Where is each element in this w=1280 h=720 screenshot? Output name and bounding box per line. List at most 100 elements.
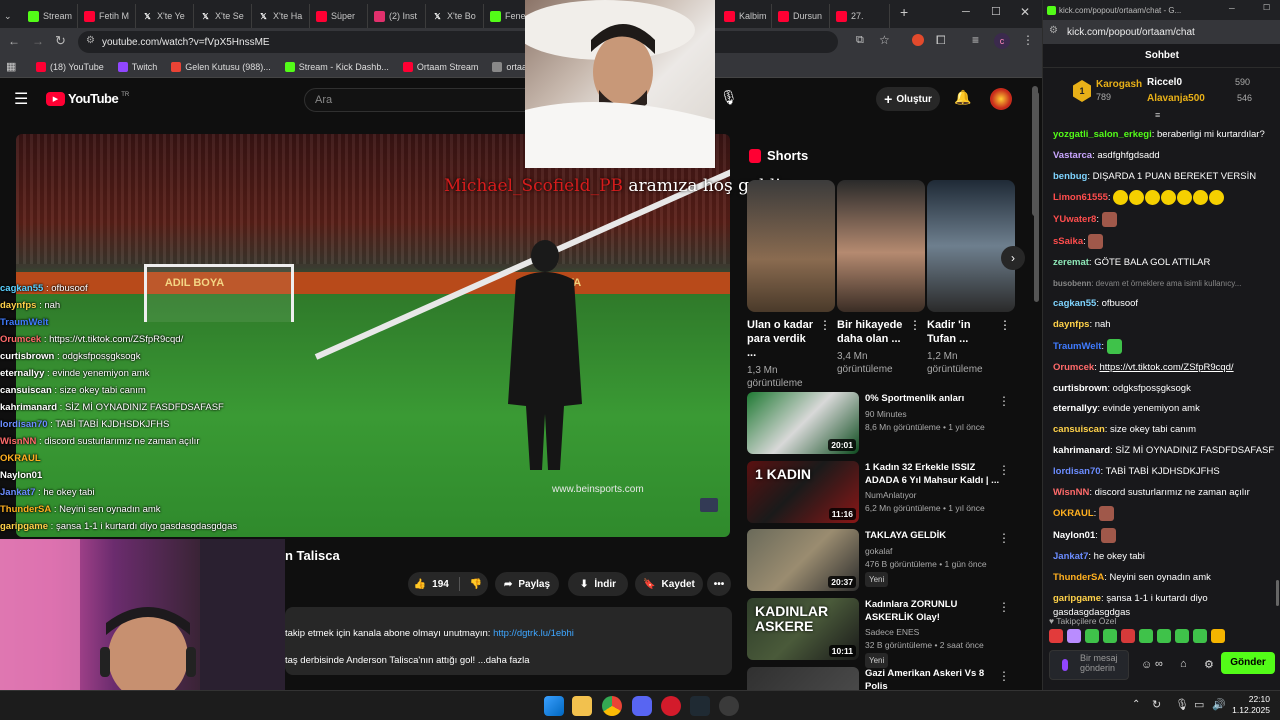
chat-username[interactable]: OKRAUL bbox=[1053, 508, 1094, 519]
browser-tab[interactable]: Fetih M bbox=[78, 4, 136, 28]
link-icon[interactable]: ∞ bbox=[1155, 658, 1163, 670]
short-title[interactable]: Kadir 'in Tufan ... bbox=[927, 318, 995, 346]
short-thumbnail[interactable] bbox=[837, 180, 925, 312]
url-field[interactable]: ⚙ youtube.com/watch?v=fVpX5HnssME bbox=[78, 31, 838, 53]
video-title[interactable]: Kadınlara ZORUNLU ASKERLİK Olay! bbox=[865, 599, 1005, 624]
gift-icon[interactable]: ⌂ bbox=[1180, 658, 1187, 670]
short-thumbnail[interactable] bbox=[927, 180, 1015, 312]
send-button[interactable]: Gönder bbox=[1221, 652, 1275, 674]
video-more-icon[interactable]: ⋮ bbox=[998, 463, 1010, 477]
discord-icon[interactable] bbox=[632, 696, 652, 716]
video-card[interactable]: 20:37 TAKLAYA GELDİK gokalaf 476 B görüntül… bbox=[747, 529, 1022, 593]
apps-grid-icon[interactable]: ▦ bbox=[6, 60, 16, 73]
quick-emote-icon[interactable] bbox=[1175, 629, 1189, 643]
video-channel[interactable]: Sadece ENES bbox=[865, 626, 919, 639]
video-title[interactable]: 0% Sportmenlik anları bbox=[865, 393, 1005, 406]
short-more-icon[interactable]: ⋮ bbox=[819, 318, 831, 332]
notifications-bell-icon[interactable]: 🔔 bbox=[954, 89, 971, 106]
quick-emote-icon[interactable] bbox=[1193, 629, 1207, 643]
chat-username[interactable]: sSaika bbox=[1053, 236, 1083, 247]
chat-username[interactable]: Limon61555 bbox=[1053, 192, 1108, 203]
bookmark-item[interactable]: Gelen Kutusu (988)... bbox=[171, 61, 271, 72]
more-actions-button[interactable]: ••• bbox=[707, 572, 731, 596]
install-icon[interactable]: ⧉ bbox=[856, 34, 864, 47]
browser-tab[interactable]: 𝕏 X'te Se bbox=[194, 4, 252, 28]
site-info-icon[interactable]: ⚙ bbox=[86, 35, 95, 46]
youtube-logo[interactable]: ▶ YouTube TR bbox=[46, 91, 129, 106]
tray-volume-icon[interactable]: 🔊 bbox=[1212, 698, 1226, 711]
browser-tab[interactable]: Kalbim bbox=[718, 4, 772, 28]
tray-display-icon[interactable]: ▭ bbox=[1194, 698, 1204, 711]
video-card[interactable]: 1 KADIN 11:16 1 Kadın 32 Erkekle ISSIZ ADA… bbox=[747, 461, 1022, 525]
chat-username[interactable]: lordisan70 bbox=[1053, 466, 1101, 477]
video-thumbnail[interactable]: 20:37 bbox=[747, 529, 859, 591]
chat-site-info-icon[interactable]: ⚙ bbox=[1049, 25, 1058, 36]
bookmark-item[interactable]: Stream - Kick Dashb... bbox=[284, 61, 389, 72]
description-link[interactable]: http://dgtrk.lu/1ebhi bbox=[493, 628, 574, 639]
browser-tab[interactable]: Stream bbox=[22, 4, 78, 28]
quick-emote-icon[interactable] bbox=[1139, 629, 1153, 643]
chat-username[interactable]: eternallyy bbox=[1053, 403, 1097, 414]
description-text-2[interactable]: taş derbisinde Anderson Talisca'nın attı… bbox=[285, 654, 732, 667]
leaderboard-expand-icon[interactable]: ≡ bbox=[1155, 110, 1160, 120]
chat-username[interactable]: zeremat bbox=[1053, 257, 1089, 268]
emote-picker-icon[interactable]: ☺ bbox=[1141, 659, 1152, 671]
puzzle-icon[interactable]: ⧠ bbox=[936, 33, 946, 48]
chat-minimize-button[interactable]: ─ bbox=[1229, 4, 1235, 13]
quick-emote-icon[interactable] bbox=[1157, 629, 1171, 643]
video-title[interactable]: TAKLAYA GELDİK bbox=[865, 530, 1005, 543]
like-count[interactable]: 194 bbox=[432, 579, 449, 590]
short-card[interactable]: Ulan o kadar para verdik ... 1,3 Mn görün… bbox=[747, 180, 835, 390]
chat-username[interactable]: kahrimanard bbox=[1053, 445, 1110, 456]
short-card[interactable]: Kadir 'in Tufan ... 1,2 Mn görüntüleme ⋮ bbox=[927, 180, 1015, 376]
app-red-icon[interactable] bbox=[661, 696, 681, 716]
video-thumbnail[interactable] bbox=[747, 667, 859, 690]
hamburger-icon[interactable]: ☰ bbox=[14, 89, 28, 109]
profile-avatar[interactable]: c bbox=[994, 33, 1010, 49]
browser-tab[interactable]: Süper bbox=[310, 4, 368, 28]
bookmark-item[interactable]: Twitch bbox=[117, 61, 157, 72]
video-more-icon[interactable]: ⋮ bbox=[998, 669, 1010, 683]
new-tab-button[interactable]: + bbox=[900, 4, 908, 20]
quick-emote-icon[interactable] bbox=[1049, 629, 1063, 643]
video-more-icon[interactable]: ⋮ bbox=[998, 394, 1010, 408]
tray-chevron-icon[interactable]: ⌃ bbox=[1132, 699, 1140, 710]
terminal-icon[interactable] bbox=[690, 696, 710, 716]
quick-emote-icon[interactable] bbox=[1103, 629, 1117, 643]
chat-message-input[interactable]: Bir mesaj gönderin bbox=[1049, 650, 1129, 680]
short-card[interactable]: Bir hikayede daha olan ... 3,4 Mn görüntü… bbox=[837, 180, 925, 376]
save-button[interactable]: 🔖 Kaydet bbox=[635, 572, 703, 596]
video-thumbnail[interactable]: 1 KADIN 11:16 bbox=[747, 461, 859, 523]
short-title[interactable]: Bir hikayede daha olan ... bbox=[837, 318, 905, 346]
video-more-icon[interactable]: ⋮ bbox=[998, 531, 1010, 545]
video-channel[interactable]: NumAnlatıyor bbox=[865, 489, 917, 502]
like-icon[interactable]: 👍 bbox=[414, 579, 426, 590]
chat-username[interactable]: cagkan55 bbox=[1053, 298, 1096, 309]
chat-maximize-button[interactable]: ☐ bbox=[1263, 3, 1270, 12]
video-thumbnail[interactable]: KADINLAR ASKERE 10:11 bbox=[747, 598, 859, 660]
chat-username[interactable]: cansuiscan bbox=[1053, 424, 1105, 435]
short-more-icon[interactable]: ⋮ bbox=[999, 318, 1011, 332]
mic-icon[interactable]: 🎙 bbox=[720, 89, 738, 106]
clock[interactable]: 22:10 1.12.2025 bbox=[1232, 694, 1270, 716]
create-button[interactable]: + Oluştur bbox=[876, 87, 940, 111]
share-button[interactable]: ➦ Paylaş bbox=[495, 572, 559, 596]
chat-username[interactable]: ThunderSA bbox=[1053, 572, 1104, 583]
chat-username[interactable]: daynfps bbox=[1053, 319, 1089, 330]
forward-icon[interactable]: → bbox=[32, 34, 44, 48]
bookmark-star-icon[interactable]: ☆ bbox=[879, 33, 890, 47]
video-more-icon[interactable]: ⋮ bbox=[998, 600, 1010, 614]
chat-username[interactable]: yozgatli_salon_erkegi bbox=[1053, 129, 1152, 140]
browser-tab[interactable]: 𝕏 X'te Ha bbox=[252, 4, 310, 28]
shorts-next-arrow-icon[interactable]: › bbox=[1001, 246, 1025, 270]
chat-username[interactable]: benbug bbox=[1053, 171, 1087, 182]
chat-username[interactable]: TraumWelt bbox=[1053, 341, 1101, 352]
extension-icon[interactable] bbox=[912, 34, 924, 46]
browser-tab[interactable]: 27. bbox=[830, 4, 890, 28]
video-card[interactable]: 20:01 0% Sportmenlik anları 90 Minutes 8,6 … bbox=[747, 392, 1022, 456]
account-avatar[interactable] bbox=[990, 88, 1012, 110]
menu-icon[interactable]: ⋮ bbox=[1022, 33, 1034, 47]
file-explorer-icon[interactable] bbox=[572, 696, 592, 716]
download-button[interactable]: ⬇ İndir bbox=[568, 572, 628, 596]
chat-settings-icon[interactable]: ⚙ bbox=[1204, 658, 1214, 671]
